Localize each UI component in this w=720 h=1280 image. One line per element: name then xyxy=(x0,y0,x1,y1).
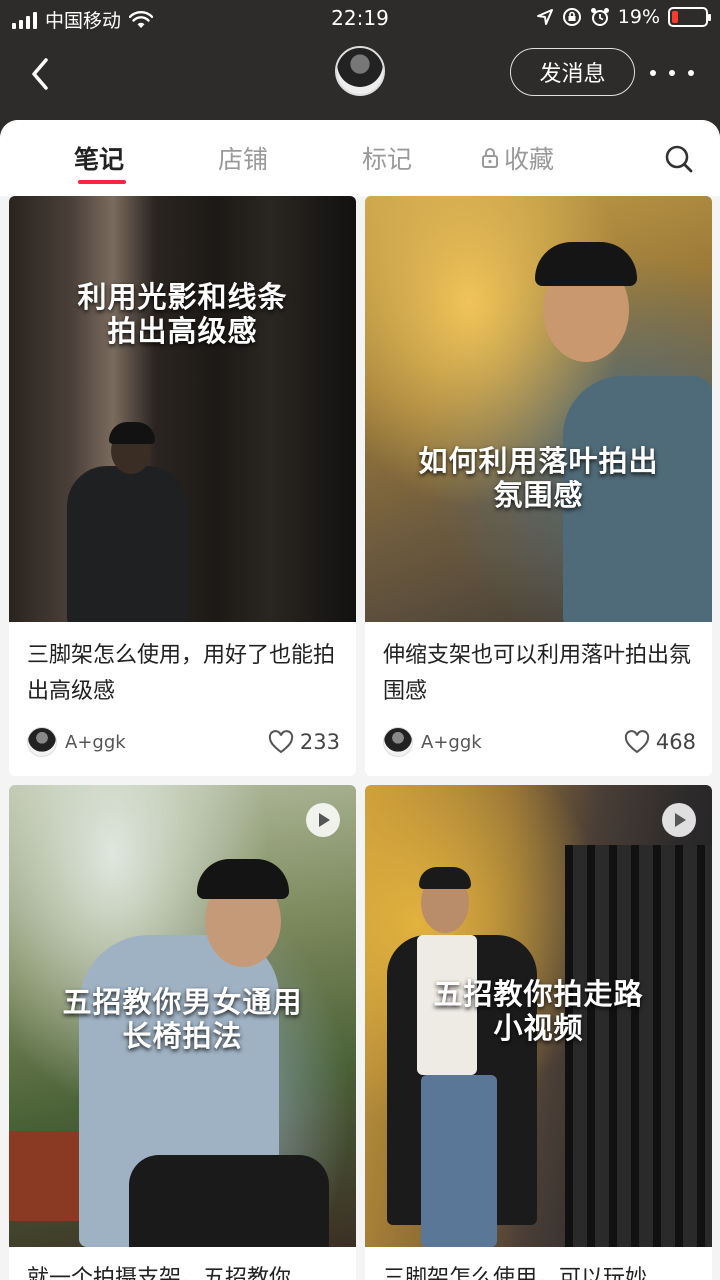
nav-bar: 发消息 xyxy=(0,36,720,120)
note-card[interactable]: 如何利用落叶拍出 氛围感 伸缩支架也可以利用落叶拍出氛围感 A+ggk 468 xyxy=(365,196,712,776)
rotation-lock-icon xyxy=(562,8,581,26)
tab-bar: 笔记 店铺 标记 收藏 xyxy=(0,120,720,196)
fence xyxy=(565,845,712,1247)
active-tab-indicator xyxy=(78,180,126,184)
video-badge xyxy=(662,803,696,837)
like-count: 233 xyxy=(299,730,340,754)
cover-caption-line: 氛围感 xyxy=(493,478,584,512)
note-meta: A+ggk 233 xyxy=(27,726,340,758)
tab-favorites[interactable]: 收藏 xyxy=(480,140,554,176)
note-title: 三脚架怎么使用，用好了也能拍出高级感 xyxy=(27,643,336,704)
note-title: 伸缩支架也可以利用落叶拍出氛围感 xyxy=(383,643,692,704)
author-name[interactable]: A+ggk xyxy=(421,732,624,753)
tab-tagged[interactable]: 标记 xyxy=(362,140,412,176)
cover-caption-line: 五招教你拍走路 xyxy=(433,977,644,1011)
like-button[interactable]: 233 xyxy=(268,730,340,754)
lock-icon xyxy=(482,148,498,168)
location-icon xyxy=(536,9,553,25)
cover-caption-line: 小视频 xyxy=(493,1011,584,1045)
note-cover-image: 利用光影和线条 拍出高级感 xyxy=(9,196,356,622)
status-bar: 中国移动 22:19 19% xyxy=(0,0,720,36)
note-title: 就一个拍摄支架，五招教你 xyxy=(27,1266,292,1280)
like-count: 468 xyxy=(655,730,696,754)
author-avatar[interactable] xyxy=(27,727,57,757)
battery-icon xyxy=(668,7,711,27)
cover-caption-line: 如何利用落叶拍出 xyxy=(418,444,659,478)
note-card[interactable]: 五招教你男女通用 长椅拍法 就一个拍摄支架，五招教你 xyxy=(9,785,356,1280)
notes-feed: 利用光影和线条 拍出高级感 三脚架怎么使用，用好了也能拍出高级感 A+ggk 2… xyxy=(0,196,720,1280)
tab-label: 标记 xyxy=(362,145,413,174)
cover-caption-line: 五招教你男女通用 xyxy=(62,985,303,1019)
search-button[interactable] xyxy=(664,144,694,174)
alarm-icon xyxy=(590,8,609,26)
note-card[interactable]: 五招教你拍走路 小视频 三脚架怎么使用，可以玩妙 xyxy=(365,785,712,1280)
author-name[interactable]: A+ggk xyxy=(65,732,268,753)
cover-caption-line: 长椅拍法 xyxy=(122,1019,243,1053)
heart-icon xyxy=(268,730,294,754)
cover-caption-line: 利用光影和线条 xyxy=(77,280,288,314)
send-message-button[interactable]: 发消息 xyxy=(510,48,635,96)
battery-percent: 19% xyxy=(617,6,660,28)
like-button[interactable]: 468 xyxy=(624,730,696,754)
chevron-left-icon xyxy=(32,58,48,90)
more-icon xyxy=(650,70,656,76)
battery-level xyxy=(672,11,678,23)
tab-store[interactable]: 店铺 xyxy=(218,140,268,176)
tab-label: 店铺 xyxy=(218,145,269,174)
heart-icon xyxy=(624,730,650,754)
tab-label: 收藏 xyxy=(504,145,555,174)
back-button[interactable] xyxy=(24,52,60,96)
note-cover-image: 五招教你拍走路 小视频 xyxy=(365,785,712,1247)
search-icon xyxy=(665,145,693,173)
tab-notes[interactable]: 笔记 xyxy=(74,140,124,176)
note-title: 三脚架怎么使用，可以玩妙 xyxy=(383,1266,648,1280)
note-cover-image: 如何利用落叶拍出 氛围感 xyxy=(365,196,712,622)
avatar[interactable] xyxy=(335,46,385,96)
more-options-button[interactable] xyxy=(650,58,694,88)
author-avatar[interactable] xyxy=(383,727,413,757)
note-cover-image: 五招教你男女通用 长椅拍法 xyxy=(9,785,356,1247)
video-badge xyxy=(306,803,340,837)
note-meta: A+ggk 468 xyxy=(383,726,696,758)
content-sheet: 笔记 店铺 标记 收藏 利用光影和线条 拍出高级感 三脚架怎么使用，用好了也能拍… xyxy=(0,120,720,1280)
note-card[interactable]: 利用光影和线条 拍出高级感 三脚架怎么使用，用好了也能拍出高级感 A+ggk 2… xyxy=(9,196,356,776)
cover-caption-line: 拍出高级感 xyxy=(107,314,258,348)
tab-label: 笔记 xyxy=(74,145,125,174)
